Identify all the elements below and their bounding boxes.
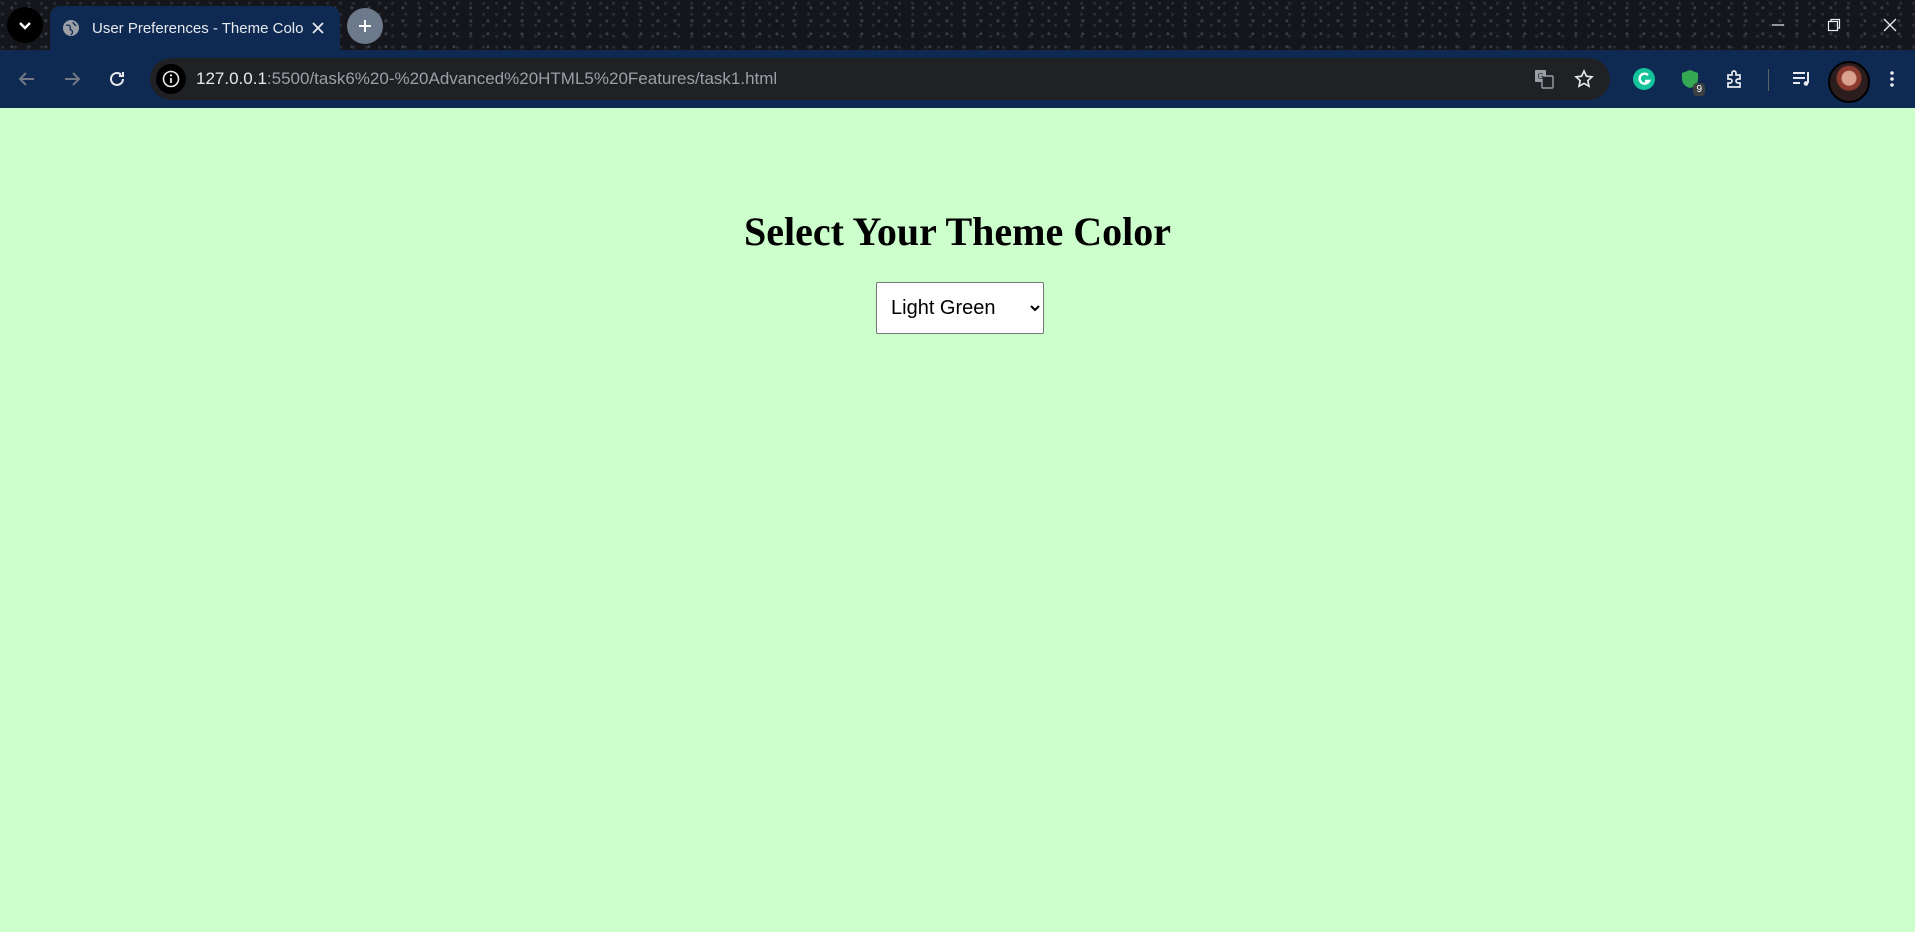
more-vert-icon bbox=[1890, 71, 1894, 87]
address-bar[interactable]: 127.0.0.1:5500/task6%20-%20Advanced%20HT… bbox=[150, 58, 1610, 100]
grammarly-icon bbox=[1633, 68, 1655, 90]
page-title: Select Your Theme Color bbox=[744, 209, 1171, 254]
reload-button[interactable] bbox=[100, 62, 134, 96]
tab-search-button[interactable] bbox=[7, 7, 43, 43]
tab-title: User Preferences - Theme Color bbox=[92, 19, 304, 37]
active-tab[interactable]: User Preferences - Theme Color bbox=[50, 6, 340, 50]
close-window-button[interactable] bbox=[1862, 0, 1915, 50]
bookmark-star-icon[interactable] bbox=[1564, 59, 1604, 99]
puzzle-icon bbox=[1727, 70, 1741, 88]
close-icon bbox=[1883, 18, 1897, 32]
theme-select-wrapper: Light Green bbox=[876, 282, 1044, 334]
url-text[interactable]: 127.0.0.1:5500/task6%20-%20Advanced%20HT… bbox=[196, 69, 1524, 89]
tab-strip: User Preferences - Theme Color bbox=[0, 0, 1915, 50]
globe-icon bbox=[62, 19, 80, 37]
arrow-right-icon bbox=[65, 72, 81, 86]
theme-color-select[interactable]: Light Green bbox=[876, 282, 1044, 334]
page-viewport: Select Your Theme Color Light Green bbox=[0, 108, 1915, 932]
media-control-button[interactable] bbox=[1785, 62, 1819, 96]
svg-text:G: G bbox=[1538, 72, 1544, 81]
chevron-down-icon bbox=[19, 22, 31, 30]
grammarly-extension-button[interactable] bbox=[1627, 62, 1661, 96]
restore-icon bbox=[1827, 18, 1841, 32]
toolbar-divider bbox=[1768, 69, 1769, 91]
site-info-icon[interactable] bbox=[156, 64, 186, 94]
minimize-button[interactable] bbox=[1750, 0, 1806, 50]
url-path: :5500/task6%20-%20Advanced%20HTML5%20Fea… bbox=[266, 69, 778, 88]
extension-badge: 9 bbox=[1693, 83, 1705, 96]
browser-toolbar: 127.0.0.1:5500/task6%20-%20Advanced%20HT… bbox=[0, 50, 1915, 108]
minimize-icon bbox=[1772, 24, 1784, 26]
playlist-icon bbox=[1793, 72, 1809, 86]
extensions-button[interactable] bbox=[1718, 62, 1752, 96]
translate-icon[interactable]: G bbox=[1524, 59, 1564, 99]
url-host: 127.0.0.1 bbox=[196, 69, 267, 88]
plus-icon bbox=[359, 20, 371, 32]
browser-menu-button[interactable] bbox=[1875, 62, 1909, 96]
forward-button[interactable] bbox=[55, 62, 89, 96]
back-button[interactable] bbox=[10, 62, 44, 96]
new-tab-button[interactable] bbox=[347, 8, 383, 44]
reload-icon bbox=[110, 71, 124, 86]
tab-close-icon[interactable] bbox=[304, 14, 332, 42]
shield-extension-button[interactable]: 9 bbox=[1673, 62, 1707, 96]
profile-avatar[interactable] bbox=[1828, 61, 1870, 103]
arrow-left-icon bbox=[18, 72, 34, 86]
restore-button[interactable] bbox=[1806, 0, 1862, 50]
